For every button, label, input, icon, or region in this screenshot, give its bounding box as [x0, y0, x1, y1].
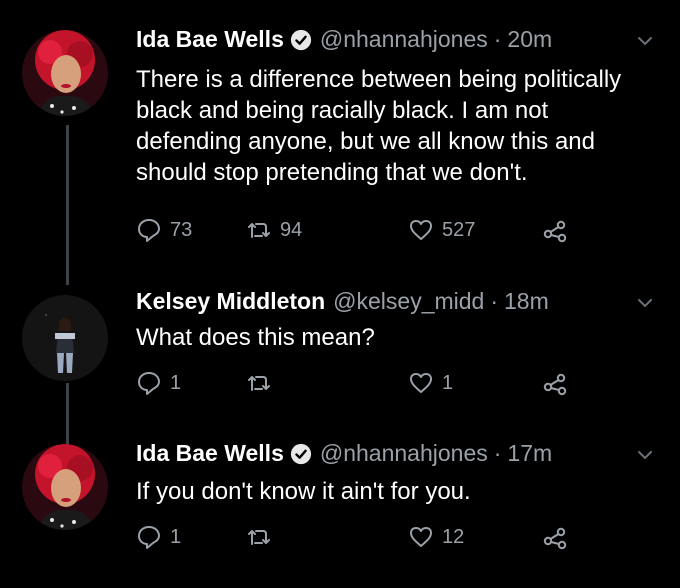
tweet[interactable]: Ida Bae Wells @nhannahjones · 17m If you… [0, 430, 680, 588]
tweet-text: There is a difference between being poli… [136, 66, 622, 186]
tweet-actions: 1 1 [136, 370, 596, 400]
like-count: 1 [442, 371, 454, 394]
chevron-down-icon[interactable] [636, 32, 654, 50]
retweet-count: 94 [280, 218, 303, 241]
like-count: 12 [442, 525, 465, 548]
user-handle[interactable]: @nhannahjones [320, 26, 488, 53]
tweet-header: Kelsey Middleton @kelsey_midd · 18m [136, 288, 549, 315]
like-button[interactable]: 12 [408, 524, 464, 550]
reply-button[interactable]: 1 [136, 370, 181, 396]
verified-badge-icon [290, 443, 312, 465]
heart-icon [410, 373, 432, 393]
tweet-actions: 73 94 527 [136, 217, 596, 247]
tweet-text: What does this mean? [136, 324, 375, 351]
separator-dot: · [490, 288, 499, 314]
retweet-button[interactable]: 94 [246, 217, 302, 243]
avatar[interactable] [22, 444, 108, 530]
reply-icon [138, 526, 160, 549]
reply-button[interactable]: 1 [136, 524, 181, 550]
user-handle[interactable]: @nhannahjones [320, 440, 488, 467]
tweet-header: Ida Bae Wells @nhannahjones · 20m [136, 26, 552, 53]
retweet-button[interactable] [246, 524, 280, 550]
like-count: 527 [442, 218, 476, 241]
like-button[interactable]: 1 [408, 370, 453, 396]
reply-count: 1 [170, 525, 182, 548]
heart-icon [410, 220, 432, 240]
chevron-down-icon[interactable] [636, 294, 654, 312]
tweet[interactable]: Ida Bae Wells @nhannahjones · 20m There … [0, 0, 680, 280]
separator-dot: · [493, 440, 502, 466]
like-button[interactable]: 527 [408, 217, 475, 243]
reply-count: 73 [170, 218, 193, 241]
timestamp[interactable]: 20m [507, 26, 552, 53]
reply-button[interactable]: 73 [136, 217, 192, 243]
timestamp[interactable]: 17m [507, 440, 552, 467]
display-name[interactable]: Ida Bae Wells [136, 440, 284, 467]
reply-count: 1 [170, 371, 182, 394]
share-icon [543, 527, 567, 550]
chevron-down-icon[interactable] [636, 446, 654, 464]
display-name[interactable]: Ida Bae Wells [136, 26, 284, 53]
share-button[interactable] [542, 217, 576, 243]
retweet-button[interactable] [246, 370, 280, 396]
tweet[interactable]: Kelsey Middleton @kelsey_midd · 18m What… [0, 280, 680, 430]
avatar[interactable] [22, 295, 108, 381]
retweet-icon [248, 223, 270, 238]
share-button[interactable] [542, 370, 576, 396]
retweet-icon [248, 530, 270, 545]
share-icon [543, 220, 567, 243]
user-handle[interactable]: @kelsey_midd [333, 288, 484, 315]
timestamp[interactable]: 18m [504, 288, 549, 315]
tweet-actions: 1 12 [136, 524, 596, 554]
separator-dot: · [493, 26, 502, 52]
tweet-text: If you don't know it ain't for you. [136, 478, 471, 505]
avatar-image [22, 295, 108, 381]
avatar-image [22, 30, 108, 116]
verified-badge-icon [290, 29, 312, 51]
retweet-icon [248, 376, 270, 391]
share-icon [543, 373, 567, 396]
tweet-header: Ida Bae Wells @nhannahjones · 17m [136, 440, 552, 467]
display-name[interactable]: Kelsey Middleton [136, 288, 325, 315]
avatar[interactable] [22, 30, 108, 116]
share-button[interactable] [542, 524, 576, 550]
reply-icon [138, 372, 160, 395]
heart-icon [410, 527, 432, 547]
avatar-image [22, 444, 108, 530]
reply-icon [138, 219, 160, 242]
